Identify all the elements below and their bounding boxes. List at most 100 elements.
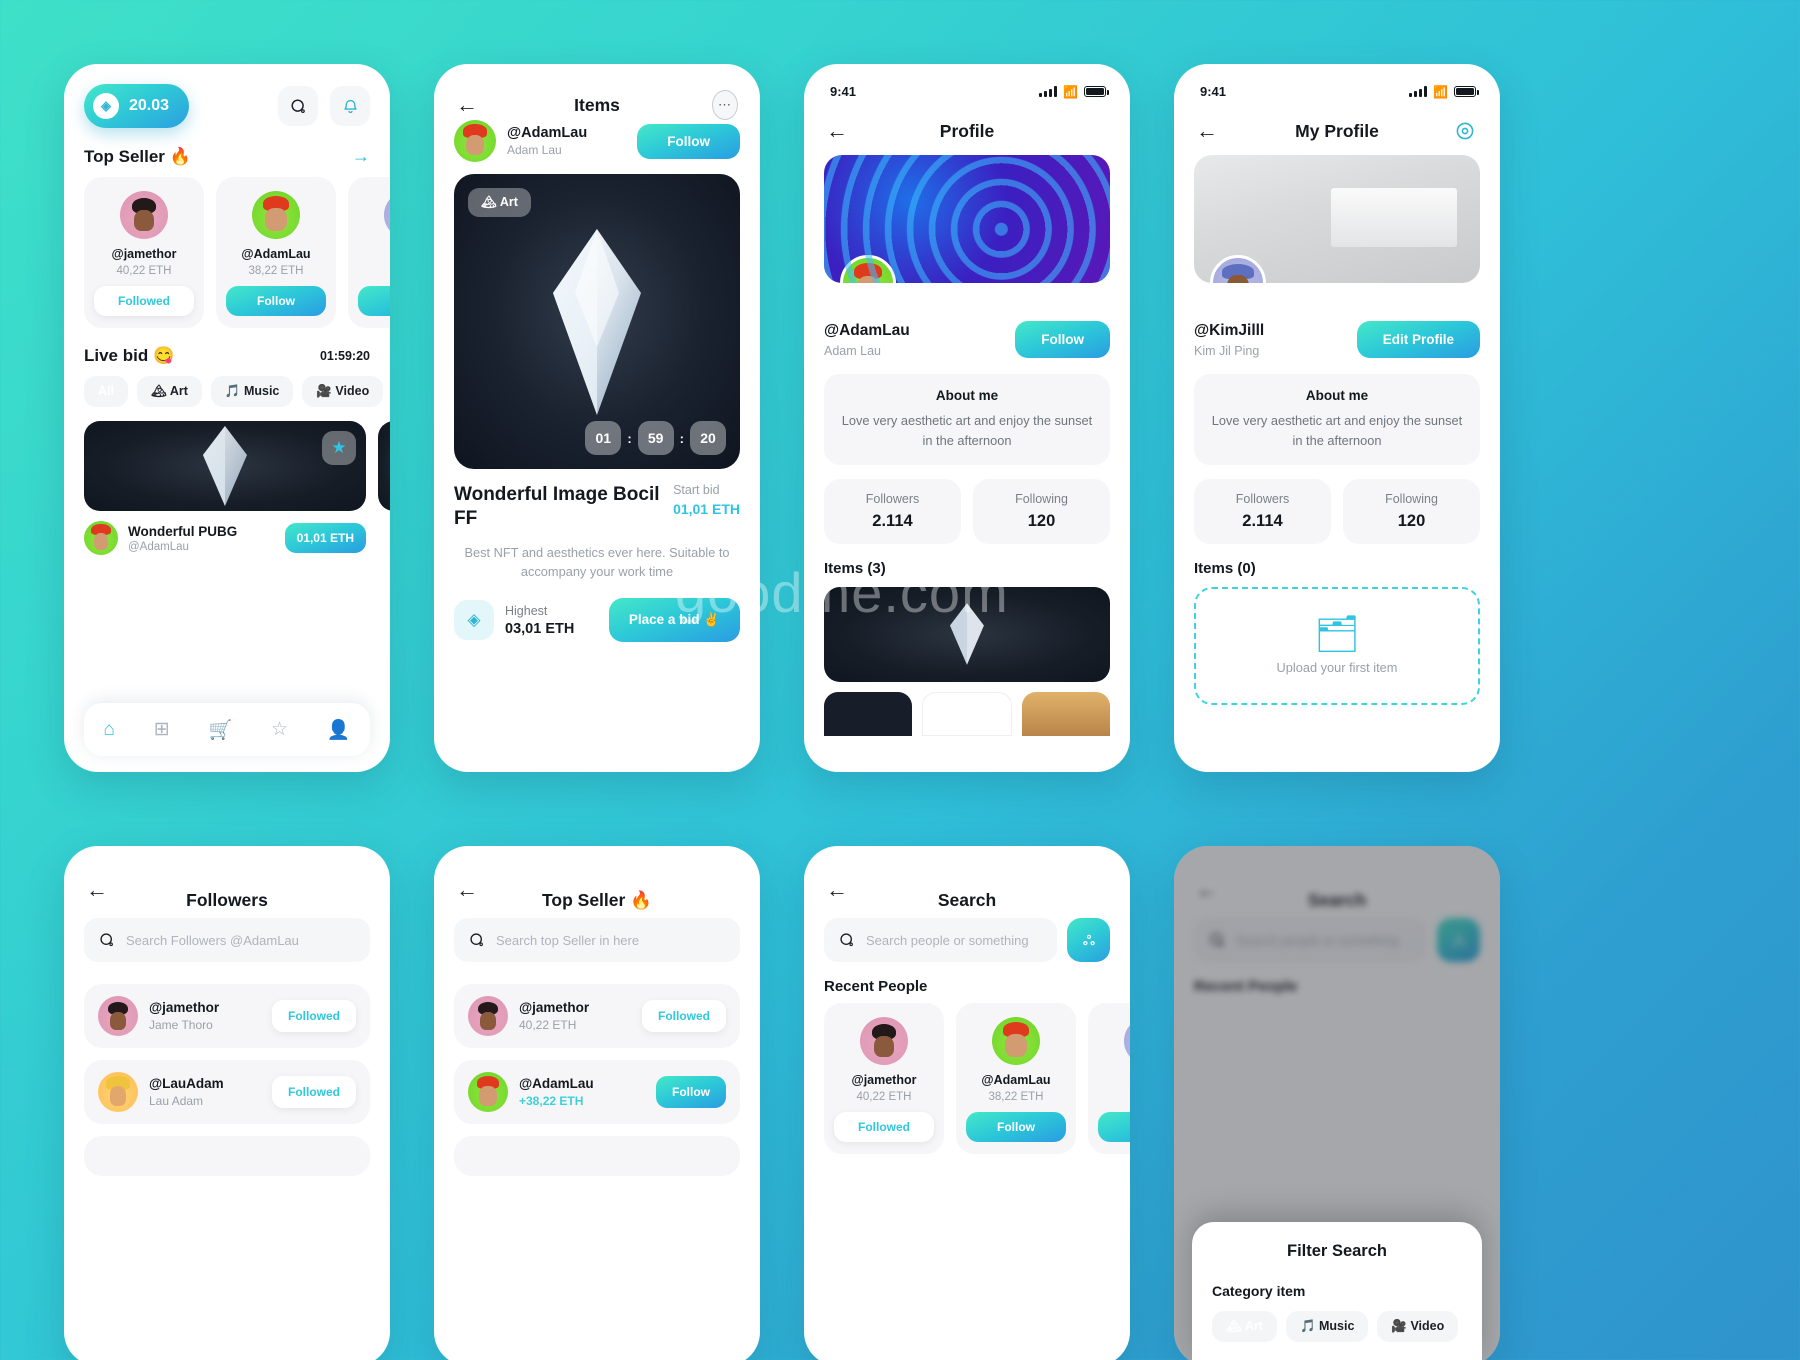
filter-chip-all[interactable]: All (84, 376, 128, 407)
ethereum-icon: ◈ (454, 600, 494, 641)
cart-icon[interactable]: 🛒 (208, 718, 232, 742)
item-thumbnail[interactable] (1022, 691, 1110, 736)
seller-card[interactable]: @ 3 (348, 177, 390, 328)
gear-icon[interactable] (1452, 118, 1478, 144)
search-followers-box[interactable] (84, 918, 370, 962)
search-input[interactable] (126, 932, 355, 948)
follow-button[interactable]: Follow (1015, 321, 1110, 358)
balance-pill[interactable]: ◈ 20.03 (84, 84, 190, 128)
filter-chip-music[interactable]: 🎵 Music (210, 376, 294, 407)
item-owner-row: @AdamLau Adam Lau Follow (434, 116, 760, 174)
bell-icon[interactable] (330, 86, 370, 126)
arrow-left-icon[interactable]: ← (1196, 120, 1218, 142)
stat-followers[interactable]: Followers 2.114 (1194, 478, 1331, 544)
avatar (252, 191, 300, 239)
seller-username: @ (358, 247, 390, 261)
my-profile-navbar: ← My Profile (1174, 103, 1500, 155)
follower-row[interactable]: @jamethor Jame Thoro Followed (84, 984, 370, 1048)
arrow-left-icon[interactable]: ← (826, 879, 848, 901)
item-info: Wonderful Image Bocil FF Start bid 01,01… (434, 469, 760, 531)
follower-row[interactable] (84, 1136, 370, 1176)
category-chip-video[interactable]: 🎥 Video (1377, 1311, 1459, 1342)
screen-followers: ← Followers @jamethor Jame Thoro Followe… (64, 846, 390, 1360)
category-tag: 🏔 Art (468, 188, 531, 217)
about-body: Love very aesthetic art and enjoy the su… (841, 413, 1093, 448)
owner-username: @AdamLau (507, 125, 588, 141)
stat-following[interactable]: Following 120 (1343, 478, 1480, 544)
recent-people-list: @jamethor 40,22 ETH Followed @AdamLau 38… (804, 1003, 1130, 1154)
edit-profile-button[interactable]: Edit Profile (1356, 321, 1480, 358)
wifi-icon: 📶 (1433, 84, 1448, 99)
follow-button[interactable]: Follow (226, 286, 326, 316)
top-seller-navbar: ← Top Seller 🔥 (434, 846, 760, 911)
profile-name: Adam Lau (824, 344, 881, 358)
highest-value: 03,01 ETH (505, 620, 575, 637)
about-card: About me Love very aesthetic art and enj… (1194, 374, 1480, 465)
screen-filter-search: ← Search Recent People Filter Search Cat… (1174, 846, 1500, 1360)
follow-button[interactable]: Followed (94, 286, 194, 316)
live-bid-title: Live bid 😋 (84, 346, 175, 365)
seller-card[interactable]: @jamethor 40,22 ETH Followed (84, 177, 204, 328)
followed-button[interactable]: Followed (642, 1000, 726, 1032)
seller-row[interactable] (454, 1136, 740, 1176)
ellipsis-icon[interactable]: ⋯ (712, 90, 738, 120)
home-icon[interactable]: ⌂ (103, 719, 114, 741)
follow-button[interactable]: Follow (637, 123, 740, 159)
stat-value: 120 (1397, 511, 1426, 530)
person-card[interactable]: @jamethor 40,22 ETH Followed (824, 1003, 944, 1154)
person-card[interactable]: @AdamLau 38,22 ETH Follow (956, 1003, 1076, 1154)
bid-image (378, 421, 390, 511)
follow-button[interactable]: Follow (656, 1076, 726, 1108)
search-box[interactable] (824, 918, 1057, 962)
seller-eth: +38,22 ETH (519, 1094, 584, 1108)
bid-card[interactable] (378, 421, 390, 555)
stat-following[interactable]: Following 120 (973, 478, 1110, 544)
about-card: About me Love very aesthetic art and enj… (824, 374, 1110, 465)
category-item-label: Category item (1212, 1283, 1306, 1299)
person-card[interactable]: @ 3 (1088, 1003, 1130, 1154)
followed-button[interactable]: Followed (834, 1112, 934, 1142)
follower-name: Jame Thoro (149, 1018, 213, 1032)
follow-button[interactable] (1098, 1112, 1130, 1142)
category-chip-art[interactable]: 🏔 Art (1212, 1311, 1277, 1342)
search-input[interactable] (496, 932, 725, 948)
follow-button[interactable]: Follow (966, 1112, 1066, 1142)
arrow-right-icon[interactable]: → (352, 146, 370, 167)
page-title: Profile (939, 120, 995, 141)
follower-row[interactable]: @LauAdam Lau Adam Followed (84, 1060, 370, 1124)
category-filters: All 🏔 Art 🎵 Music 🎥 Video (64, 376, 390, 407)
seller-row[interactable]: @AdamLau +38,22 ETH Follow (454, 1060, 740, 1124)
followed-button[interactable]: Followed (272, 1076, 356, 1108)
seller-row[interactable]: @jamethor 40,22 ETH Followed (454, 984, 740, 1048)
arrow-left-icon[interactable]: ← (826, 120, 848, 142)
search-top-seller-box[interactable] (454, 918, 740, 962)
bid-price-button[interactable]: 01,01 ETH (284, 523, 366, 553)
follower-name: Lau Adam (149, 1094, 204, 1108)
item-thumbnail[interactable] (824, 691, 912, 736)
stat-followers[interactable]: Followers 2.114 (824, 478, 961, 544)
person-icon[interactable]: 👤 (327, 718, 351, 742)
category-chip-music[interactable]: 🎵 Music (1285, 1311, 1369, 1342)
profile-stats: Followers 2.114 Following 120 (824, 478, 1110, 544)
item-thumbnail[interactable] (922, 691, 1012, 736)
arrow-left-icon[interactable]: ← (456, 879, 478, 901)
item-thumbnail[interactable] (824, 586, 1110, 682)
search-input[interactable] (866, 932, 1042, 948)
seller-username: @jamethor (519, 1000, 590, 1015)
page-title: Followers (186, 890, 268, 910)
filter-dots-icon[interactable] (1067, 918, 1110, 962)
bid-card[interactable]: ★ Wonderful PUBG @AdamLau 01,01 ETH (84, 421, 366, 555)
filter-chip-video[interactable]: 🎥 Video (302, 376, 384, 407)
follow-button[interactable] (358, 286, 390, 316)
arrow-left-icon[interactable]: ← (86, 879, 108, 901)
star-icon[interactable]: ★ (322, 431, 356, 465)
upload-dropzone[interactable]: 🗂 Upload your first item (1194, 586, 1480, 705)
search-icon[interactable] (278, 86, 318, 126)
place-bid-button[interactable]: Place a bid ✌️ (608, 598, 740, 643)
followed-button[interactable]: Followed (272, 1000, 356, 1032)
arrow-left-icon[interactable]: ← (456, 94, 478, 116)
plus-square-icon[interactable]: ⊞ (154, 718, 170, 741)
seller-card[interactable]: @AdamLau 38,22 ETH Follow (216, 177, 336, 328)
filter-chip-art[interactable]: 🏔 Art (136, 376, 202, 407)
star-outline-icon[interactable]: ☆ (271, 718, 288, 741)
